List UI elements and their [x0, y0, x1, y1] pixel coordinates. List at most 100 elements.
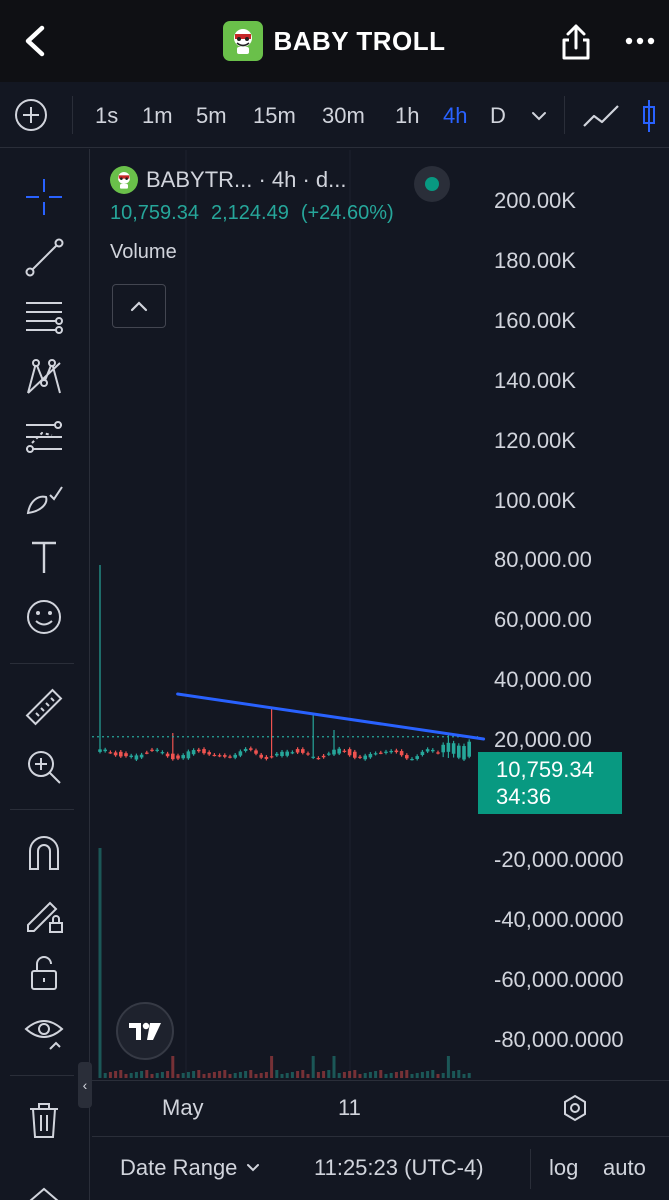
tab-1h[interactable]: 1h	[395, 102, 419, 130]
candle-body	[394, 750, 399, 753]
trendline	[176, 692, 486, 741]
volume-bar	[384, 1074, 388, 1078]
troll-logo-icon	[234, 29, 253, 54]
candle-body	[462, 746, 466, 760]
tradingview-icon	[129, 1022, 161, 1040]
candle-body	[415, 756, 419, 759]
date-range-label: Date Range	[120, 1155, 238, 1180]
candle-body	[207, 752, 211, 755]
pattern-tool[interactable]	[18, 351, 70, 403]
chart-settings-button[interactable]	[560, 1093, 590, 1123]
volume-bar	[186, 1072, 190, 1078]
volume-bar	[467, 1073, 471, 1078]
text-tool[interactable]	[18, 531, 70, 583]
remove-drawings-tool[interactable]	[18, 1093, 70, 1145]
magnet-tool[interactable]	[18, 827, 70, 879]
emoji-icon	[27, 600, 61, 634]
candle-body	[358, 756, 362, 758]
volume-bar	[176, 1074, 180, 1078]
volume-bar	[223, 1070, 227, 1078]
line-chart-icon	[583, 105, 619, 127]
tab-1s[interactable]: 1s	[95, 102, 118, 130]
candle-body	[129, 755, 133, 758]
divider	[564, 96, 565, 134]
tab-5m[interactable]: 5m	[196, 102, 227, 130]
log-scale-button[interactable]: log	[549, 1155, 578, 1181]
tab-1m[interactable]: 1m	[142, 102, 173, 130]
time-axis[interactable]: May 11	[92, 1080, 669, 1136]
candle-body	[134, 755, 139, 760]
y-tick: 160.00K	[494, 308, 576, 333]
volume-bar	[436, 1074, 440, 1078]
timezone-clock[interactable]: 11:25:23 (UTC-4)	[314, 1155, 484, 1181]
date-range-button[interactable]: Date Range	[120, 1155, 261, 1181]
emoji-tool[interactable]	[18, 591, 70, 643]
back-button[interactable]	[18, 20, 54, 62]
symbol-title[interactable]: BABYTR... · 4h · d...	[146, 167, 347, 193]
candle-body	[332, 749, 336, 755]
share-button[interactable]	[556, 20, 596, 64]
divider	[72, 96, 73, 134]
candle-body	[306, 753, 310, 755]
candle-body	[145, 752, 149, 754]
volume-bar	[389, 1073, 393, 1078]
lock-drawings-tool[interactable]	[18, 887, 70, 939]
tab-15m[interactable]: 15m	[253, 102, 296, 130]
volume-bar	[254, 1074, 258, 1078]
candles	[98, 565, 471, 762]
volume-bar	[119, 1070, 123, 1078]
chevron-left-icon	[25, 25, 45, 57]
tab-30m[interactable]: 30m	[322, 102, 365, 130]
zoom-in-icon	[28, 751, 61, 784]
candle-body	[124, 753, 128, 757]
volume-bar	[134, 1072, 138, 1078]
volume-bar	[238, 1072, 242, 1078]
volume-indicator-label[interactable]: Volume	[110, 241, 394, 264]
volume-bar	[342, 1072, 346, 1078]
volume-bar	[441, 1073, 445, 1078]
line-chart-button[interactable]	[578, 96, 624, 136]
candle-body	[280, 751, 284, 757]
tab-d[interactable]: D	[490, 102, 506, 130]
legend-change-pct: (+24.60%)	[300, 202, 394, 224]
add-indicator-button[interactable]	[14, 98, 48, 132]
prediction-tool[interactable]	[18, 411, 70, 463]
volume-bar	[160, 1072, 164, 1078]
candle-body	[405, 755, 409, 759]
auto-scale-button[interactable]: auto	[603, 1155, 646, 1181]
y-tick: 80,000.00	[494, 547, 592, 572]
volume-bar	[285, 1073, 289, 1078]
trend-line-tool[interactable]	[18, 231, 70, 283]
ruler-tool[interactable]	[18, 681, 70, 733]
chart-grid	[185, 150, 351, 1080]
fib-tool[interactable]	[18, 291, 70, 343]
zoom-in-tool[interactable]	[18, 741, 70, 793]
candle-body	[212, 754, 217, 757]
collapse-legend-button[interactable]	[112, 284, 166, 328]
candles-button[interactable]	[636, 96, 669, 136]
collapse-toolbar-button[interactable]: ‹	[78, 1062, 92, 1108]
candle-body	[316, 758, 321, 760]
crosshair-tool[interactable]	[18, 171, 70, 223]
market-status-indicator[interactable]	[414, 166, 450, 202]
tradingview-logo[interactable]	[116, 1002, 174, 1060]
volume-bar	[410, 1074, 414, 1078]
trash-icon	[30, 1103, 58, 1138]
tab-4h[interactable]: 4h	[443, 102, 467, 130]
volume-bar	[446, 1056, 450, 1078]
volume-bar	[270, 1056, 274, 1078]
unlock-icon	[31, 956, 57, 990]
timeframe-dropdown[interactable]	[528, 102, 550, 130]
more-button[interactable]	[620, 24, 660, 58]
volume-bar	[316, 1072, 320, 1078]
hide-drawings-tool[interactable]	[18, 1005, 70, 1057]
divider	[530, 1149, 531, 1189]
eye-icon	[24, 1020, 64, 1050]
candle-body	[425, 749, 430, 752]
unlock-tool[interactable]	[18, 947, 70, 999]
candle-body	[259, 754, 263, 758]
volume-bar	[394, 1072, 398, 1078]
scroll-more-tool[interactable]	[18, 1171, 70, 1200]
brush-tool[interactable]	[18, 471, 70, 523]
candle-body	[202, 749, 206, 754]
